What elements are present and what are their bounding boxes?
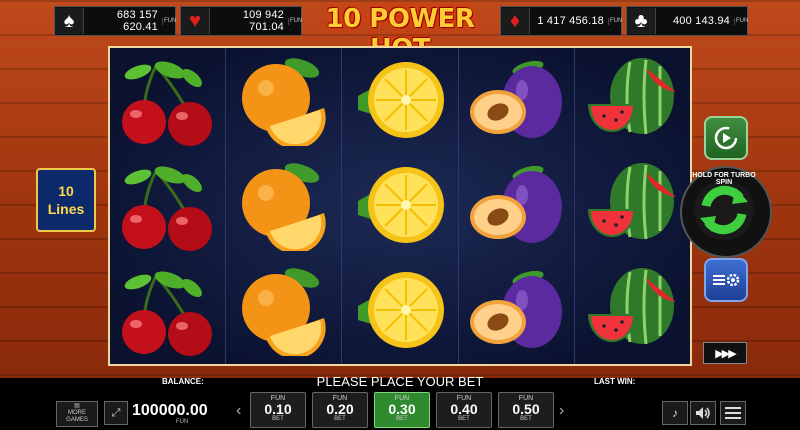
- menu-button[interactable]: [720, 401, 746, 425]
- last-win-label: LAST WIN:: [594, 377, 636, 386]
- lemon-symbol: [342, 259, 457, 364]
- lines-label: Lines: [47, 201, 85, 217]
- orange-icon: [241, 268, 326, 357]
- bet-value: 0.50: [512, 401, 540, 417]
- game-title: 10 POWER HOT: [325, 4, 475, 64]
- spade-icon: ♠: [55, 8, 84, 34]
- jackpot-spades: ♠ 683 157 620.41 FUN: [54, 6, 176, 36]
- jackpot-value: 1 417 456.18: [537, 15, 604, 27]
- bet-option[interactable]: FUN 0.20 BET: [312, 392, 368, 428]
- balance-fun: FUN: [176, 419, 189, 425]
- watermelon-symbol: [575, 48, 690, 153]
- reel-5: [575, 48, 690, 364]
- lemon-symbol: [342, 48, 457, 153]
- reels-area: [108, 46, 692, 366]
- cherry-symbol: [110, 259, 225, 364]
- reel-2: [226, 48, 343, 364]
- orange-icon: [241, 163, 326, 251]
- music-button[interactable]: ♪: [662, 401, 688, 425]
- more-games-label: MORE GAMES: [66, 410, 88, 423]
- sound-button[interactable]: [690, 401, 716, 425]
- reel-4: [459, 48, 575, 364]
- cherry-icon: [121, 166, 212, 251]
- orange-icon: [241, 57, 326, 146]
- lemon-symbol: [342, 153, 457, 258]
- spin-hint-label: HOLD FOR TURBO SPIN: [692, 172, 756, 186]
- jackpot-fun: FUN: [162, 17, 177, 25]
- bet-option[interactable]: FUN 0.10 BET: [250, 392, 306, 428]
- bet-label: BET: [334, 416, 346, 422]
- more-games-button[interactable]: ▤ MORE GAMES: [56, 401, 98, 427]
- lines-indicator[interactable]: 10 Lines: [36, 168, 96, 232]
- lines-count: 10: [58, 183, 74, 199]
- bet-value: 0.20: [326, 401, 354, 417]
- cherry-icon: [121, 61, 212, 146]
- autoplay-button[interactable]: [704, 116, 748, 160]
- plum-symbol: [459, 259, 574, 364]
- fast-forward-icon: ▶▶▶: [715, 347, 736, 360]
- bet-option[interactable]: FUN 0.50 BET: [498, 392, 554, 428]
- bet-label: BET: [272, 416, 284, 422]
- jackpot-hearts: ♥ 109 942 701.04 FUN: [180, 6, 302, 36]
- plum-icon: [470, 60, 563, 138]
- watermelon-symbol: [575, 259, 690, 364]
- jackpot-fun: FUN: [734, 17, 749, 25]
- bet-next-button[interactable]: ›: [559, 402, 564, 420]
- bet-value: 0.10: [264, 401, 292, 417]
- reel-3: [342, 48, 459, 364]
- jackpot-value: 400 143.94: [672, 15, 730, 27]
- menu-icon: [725, 407, 741, 419]
- balance-label: BALANCE:: [162, 377, 204, 386]
- jackpot-diamonds: ♦ 1 417 456.18 FUN: [500, 6, 622, 36]
- spin-button[interactable]: HOLD FOR TURBO SPIN: [680, 166, 772, 258]
- lemon-icon: [358, 272, 444, 349]
- settings-icon: [713, 273, 740, 287]
- status-message: PLEASE PLACE YOUR BET: [316, 374, 484, 389]
- reel-1: [110, 48, 227, 364]
- orange-symbol: [226, 48, 341, 153]
- bet-label: BET: [520, 416, 532, 422]
- balance-value: 100000.00: [132, 402, 208, 419]
- jackpot-fun: FUN: [608, 17, 623, 25]
- bet-prev-button[interactable]: ‹: [236, 402, 241, 420]
- bet-value: 0.30: [388, 401, 416, 417]
- plum-icon: [470, 165, 563, 243]
- turbo-button[interactable]: ▶▶▶: [703, 342, 747, 364]
- watermelon-symbol: [575, 153, 690, 258]
- autoplay-icon: [714, 126, 738, 150]
- orange-symbol: [226, 153, 341, 258]
- jackpot-clubs: ♣ 400 143.94 FUN: [626, 6, 748, 36]
- settings-button[interactable]: [704, 258, 748, 302]
- plum-symbol: [459, 153, 574, 258]
- jackpot-value: 109 942 701.04: [242, 9, 284, 33]
- bet-option-selected[interactable]: FUN 0.30 BET: [374, 392, 430, 428]
- cherry-icon: [121, 271, 212, 357]
- watermelon-icon: [588, 57, 677, 134]
- orange-symbol: [226, 259, 341, 364]
- bet-label: BET: [396, 416, 408, 422]
- watermelon-icon: [588, 268, 677, 345]
- bet-value: 0.40: [450, 401, 478, 417]
- club-icon: ♣: [627, 8, 656, 34]
- diamond-icon: ♦: [501, 8, 530, 34]
- lemon-icon: [358, 166, 444, 243]
- sound-icon: [696, 407, 710, 419]
- bet-label: BET: [458, 416, 470, 422]
- plum-symbol: [459, 48, 574, 153]
- bet-option[interactable]: FUN 0.40 BET: [436, 392, 492, 428]
- jackpot-value: 683 157 620.41: [116, 9, 158, 33]
- fullscreen-icon: ⤢: [111, 406, 121, 419]
- plum-icon: [470, 271, 563, 349]
- watermelon-icon: [588, 162, 677, 240]
- lemon-icon: [358, 61, 444, 138]
- more-games-icon: ▤: [74, 403, 80, 409]
- music-icon: ♪: [672, 406, 678, 420]
- fullscreen-button[interactable]: ⤢: [104, 401, 128, 425]
- cherry-symbol: [110, 153, 225, 258]
- heart-icon: ♥: [181, 8, 210, 34]
- cherry-symbol: [110, 48, 225, 153]
